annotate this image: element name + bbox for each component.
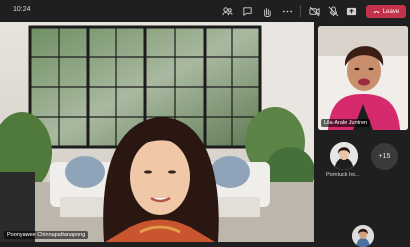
pinned-participant-name: Lila-Arale Juntren [321, 119, 371, 127]
more-participants-button[interactable]: +15 [371, 143, 398, 170]
pinned-video-frame [318, 26, 408, 130]
toolbar-divider [300, 5, 301, 17]
meeting-timer: 10:24 [13, 6, 31, 13]
participant-avatar[interactable] [330, 142, 358, 170]
phone-hangup-icon [373, 11, 380, 14]
camera-off-icon[interactable] [307, 4, 321, 18]
participant-name-label: Poonyawee Chinnapattanapong [4, 231, 89, 239]
leave-button-label: Leave [382, 8, 400, 15]
more-icon[interactable] [280, 4, 294, 18]
leave-button[interactable]: Leave [366, 5, 406, 18]
main-video-tile[interactable]: Poonyawee Chinnapattanapong [0, 22, 314, 242]
main-video-frame [0, 22, 314, 242]
meeting-toolbar: 10:24 Leave [0, 0, 410, 22]
share-icon[interactable] [344, 4, 358, 18]
avatar-photo [330, 142, 358, 170]
self-view-tile[interactable] [352, 225, 374, 247]
pinned-video-tile[interactable]: Lila-Arale Juntren [318, 26, 408, 130]
self-view-photo [352, 225, 374, 247]
participants-panel: Lila-Arale Juntren Pornluck Ini... +15 [314, 22, 410, 247]
chat-icon[interactable] [240, 4, 254, 18]
mic-off-icon[interactable] [326, 4, 340, 18]
participants-icon[interactable] [220, 4, 234, 18]
avatar-participant-name: Pornluck Ini... [326, 172, 360, 178]
raise-hand-icon[interactable] [259, 4, 273, 18]
